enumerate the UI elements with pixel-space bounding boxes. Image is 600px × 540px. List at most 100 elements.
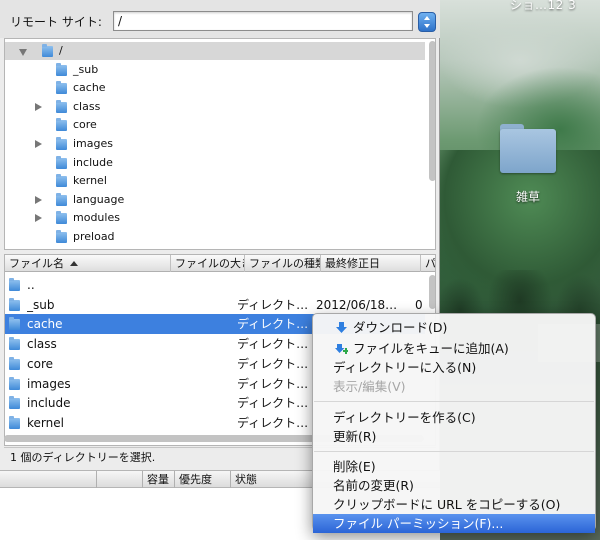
column-permissions[interactable]: パー — [421, 255, 435, 272]
file-name-cell: kernel — [27, 415, 64, 430]
tree-item[interactable]: cache — [5, 79, 425, 97]
file-name-cell: cache — [27, 317, 63, 332]
file-name-cell: include — [27, 396, 71, 411]
menu-item: 表示/編集(V) — [313, 377, 595, 396]
tree-item-label: _sub — [73, 62, 99, 76]
file-name-cell: images — [27, 376, 71, 391]
queue-column-priority[interactable]: 優先度 — [174, 471, 230, 489]
file-perm-cell: 0 — [415, 297, 423, 312]
folder-icon — [56, 99, 67, 113]
tree-item[interactable]: / — [5, 42, 425, 60]
tree-item[interactable]: kernel — [5, 172, 425, 190]
tree-item[interactable]: class — [5, 98, 425, 116]
tree-item-label: core — [73, 118, 97, 132]
menu-separator — [314, 401, 594, 402]
tree-item-label: kernel — [73, 174, 107, 188]
tree-item-label: preload — [73, 230, 115, 243]
tree-item[interactable]: modules — [5, 209, 425, 227]
desktop-folder-label[interactable]: 雑草 — [496, 188, 560, 205]
download-arrow-icon — [336, 322, 347, 333]
menu-item[interactable]: ディレクトリーを作る(C) — [313, 408, 595, 427]
menu-item[interactable]: ファイル パーミッション(F)... — [313, 514, 595, 533]
folder-icon — [9, 376, 20, 390]
tree-item[interactable]: include — [5, 154, 425, 172]
sort-ascending-icon — [70, 261, 78, 266]
file-name-cell: core — [27, 356, 53, 371]
tree-item[interactable]: _sub — [5, 61, 425, 79]
menu-item-label: 名前の変更(R) — [333, 478, 414, 493]
remote-path-input[interactable]: / — [113, 11, 413, 31]
folder-icon — [56, 192, 67, 206]
menu-item-label: ダウンロード(D) — [353, 320, 448, 335]
file-row[interactable]: .. — [5, 275, 425, 295]
disclosure-closed-icon[interactable] — [35, 140, 42, 148]
queue-column-size[interactable]: 容量 — [142, 471, 174, 489]
menu-item-label: 表示/編集(V) — [333, 379, 406, 394]
folder-icon — [9, 356, 20, 370]
menu-item[interactable]: 名前の変更(R) — [313, 476, 595, 495]
folder-icon — [9, 396, 20, 410]
file-type-cell: ディレクト… — [237, 415, 309, 430]
menu-item[interactable]: ファイルをキューに追加(A) — [313, 339, 595, 358]
add-to-queue-icon — [335, 344, 348, 354]
disclosure-open-icon[interactable] — [19, 49, 27, 56]
disclosure-closed-icon[interactable] — [35, 195, 42, 204]
tree-item[interactable]: core — [5, 116, 425, 134]
remote-address-bar: リモート サイト: / — [0, 0, 440, 38]
menu-item[interactable]: クリップボードに URL をコピーする(O) — [313, 495, 595, 514]
folder-icon — [56, 62, 67, 76]
column-filesize[interactable]: ファイルの大き — [171, 255, 245, 272]
disclosure-closed-icon[interactable] — [35, 214, 42, 223]
menu-separator — [314, 451, 594, 452]
folder-icon — [56, 174, 67, 188]
menu-item-label: ファイル パーミッション(F)... — [333, 516, 504, 531]
disclosure-closed-icon[interactable] — [35, 102, 42, 111]
file-type-cell: ディレクト… — [237, 337, 309, 352]
folder-body — [500, 129, 556, 173]
queue-column-status[interactable]: 状態 — [230, 471, 290, 489]
column-filetype[interactable]: ファイルの種類 — [245, 255, 321, 272]
menu-item-label: クリップボードに URL をコピーする(O) — [333, 497, 561, 512]
path-history-dropdown[interactable] — [418, 12, 436, 32]
tree-item[interactable]: language — [5, 191, 425, 209]
folder-icon — [9, 337, 20, 351]
tree-item[interactable]: images — [5, 135, 425, 153]
tree-item-label: / — [59, 44, 63, 57]
menu-item[interactable]: ディレクトリーに入る(N) — [313, 358, 595, 377]
tree-item-label: class — [73, 99, 101, 113]
file-type-cell: ディレクト… — [237, 376, 309, 391]
file-type-cell: ディレクト… — [237, 317, 309, 332]
folder-icon — [56, 118, 67, 132]
file-list-header: ファイル名 ファイルの大き ファイルの種類 最終修正日 パー — [5, 255, 435, 272]
desktop-folder-icon[interactable] — [498, 124, 558, 178]
menu-item-label: ファイルをキューに追加(A) — [353, 341, 509, 356]
file-name-cell: .. — [27, 278, 35, 292]
file-type-cell: ディレクト… — [237, 396, 309, 411]
tree-item[interactable]: preload — [5, 228, 425, 246]
tree-item-label: modules — [73, 211, 120, 225]
folder-icon — [56, 137, 67, 150]
menu-item-label: ディレクトリーを作る(C) — [333, 410, 476, 425]
column-filename[interactable]: ファイル名 — [5, 255, 171, 272]
file-row[interactable]: _sub ディレクト… 2012/06/18… 0 — [5, 295, 425, 315]
context-menu: ダウンロード(D) ファイルをキューに追加(A) ディレクトリーに入る(N) 表示/編… — [312, 313, 596, 533]
folder-icon — [56, 81, 67, 95]
tree-item-label: include — [73, 155, 113, 169]
menu-item-label: ディレクトリーに入る(N) — [333, 360, 477, 375]
folder-icon — [9, 415, 20, 429]
column-modified[interactable]: 最終修正日 — [321, 255, 421, 272]
file-name-cell: _sub — [27, 297, 55, 312]
file-name-cell: class — [27, 337, 57, 352]
remote-directory-tree: / _subcache class core images include kernel la… — [4, 38, 436, 250]
tree-scrollbar[interactable] — [429, 41, 435, 181]
queue-column-spacer — [96, 471, 142, 489]
tree-item-label: cache — [73, 81, 106, 95]
folder-icon — [42, 44, 53, 57]
tree-item-label: language — [73, 192, 125, 206]
list-scrollbar[interactable] — [429, 275, 435, 309]
tree-item-label: images — [73, 137, 113, 150]
folder-icon — [9, 297, 20, 311]
menu-item[interactable]: ダウンロード(D) — [313, 318, 595, 337]
menu-item[interactable]: 更新(R) — [313, 427, 595, 446]
menu-item[interactable]: 削除(E) — [313, 457, 595, 476]
